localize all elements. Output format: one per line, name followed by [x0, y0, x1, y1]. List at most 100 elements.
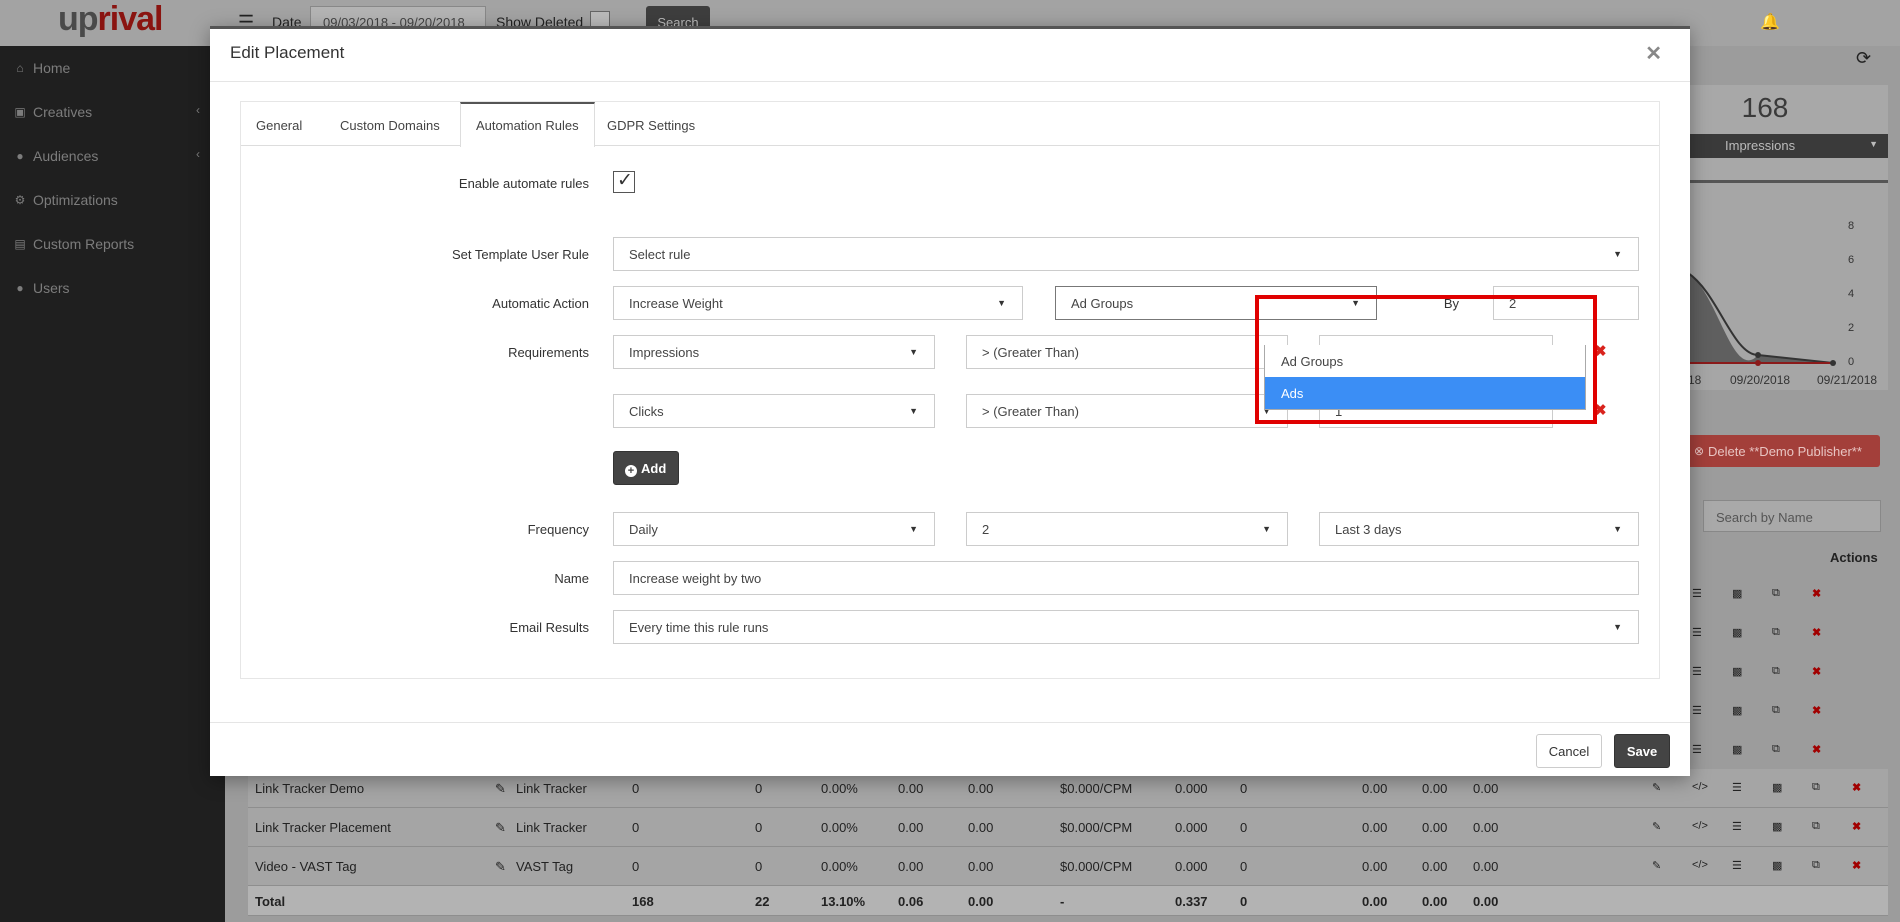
cancel-button[interactable]: Cancel	[1536, 734, 1602, 768]
copy-icon[interactable]: ⧉	[1772, 704, 1780, 717]
trend-chart-svg: 8 6 4 2 0 18 09/20/2018 09/21/2018	[1687, 220, 1877, 387]
list-icon[interactable]: ☰	[1692, 704, 1702, 717]
delete-icon[interactable]: ✖	[1812, 626, 1821, 639]
frequency-count-select[interactable]: 2 ▼	[966, 512, 1288, 546]
edit-icon[interactable]: ✎	[1652, 820, 1661, 833]
remove-requirement-icon[interactable]: ✖	[1594, 342, 1607, 360]
row-cell: 0.00	[1422, 859, 1448, 874]
bell-icon[interactable]: 🔔	[1760, 12, 1780, 32]
requirement-metric-select[interactable]: Impressions ▼	[613, 335, 935, 369]
copy-icon[interactable]: ⧉	[1812, 859, 1820, 872]
requirement-operator-select[interactable]: > (Greater Than) ▼	[966, 394, 1288, 428]
row-cell: 0	[755, 859, 763, 874]
frequency-period-select[interactable]: Daily ▼	[613, 512, 935, 546]
bar-chart-icon[interactable]: ▩	[1732, 587, 1742, 600]
bar-chart-icon[interactable]: ▩	[1732, 665, 1742, 678]
delete-icon[interactable]: ✖	[1852, 781, 1861, 794]
sidebar-item-home[interactable]: ⌂ Home	[0, 50, 225, 86]
tab-custom-domains[interactable]: Custom Domains	[325, 102, 455, 146]
code-icon[interactable]: </>	[1692, 859, 1708, 871]
sidebar-item-users[interactable]: ● Users	[0, 270, 225, 306]
edit-icon[interactable]: ✎	[1652, 859, 1661, 872]
pencil-icon[interactable]: ✎	[495, 859, 506, 875]
edit-icon[interactable]: ✎	[1652, 781, 1661, 794]
requirement-metric-select[interactable]: Clicks ▼	[613, 394, 935, 428]
delete-icon[interactable]: ✖	[1852, 859, 1861, 872]
kpi-metric-select[interactable]: Impressions ▼	[1688, 134, 1888, 158]
list-icon[interactable]: ☰	[1692, 743, 1702, 756]
enable-automate-rules-checkbox[interactable]: ✓	[613, 170, 635, 193]
trend-area	[1688, 273, 1833, 363]
delete-publisher-button[interactable]: ⊗ Delete **Demo Publisher**	[1686, 435, 1880, 467]
code-icon[interactable]: </>	[1692, 820, 1708, 832]
sidebar-item-creatives[interactable]: ▣ Creatives ‹	[0, 94, 225, 130]
row-name[interactable]: Link Tracker Demo	[255, 781, 364, 796]
dropdown-option-ad-groups[interactable]: Ad Groups	[1265, 345, 1585, 377]
bar-chart-icon[interactable]: ▩	[1772, 820, 1782, 833]
total-cell: 22	[755, 894, 770, 909]
modal-tabs: General Custom Domains Automation Rules …	[241, 102, 1659, 147]
total-cell: 0.337	[1175, 894, 1208, 909]
bar-chart-icon[interactable]: ▩	[1732, 743, 1742, 756]
delete-icon[interactable]: ✖	[1812, 743, 1821, 756]
edit-placement-modal: Edit Placement ✕ General Custom Domains …	[210, 26, 1690, 776]
delete-icon[interactable]: ✖	[1812, 587, 1821, 600]
row-name[interactable]: Video - VAST Tag	[255, 859, 357, 874]
code-icon[interactable]: </>	[1692, 781, 1708, 793]
tab-gdpr-settings[interactable]: GDPR Settings	[592, 102, 710, 146]
refresh-icon[interactable]: ⟳	[1856, 48, 1871, 69]
tab-general[interactable]: General	[241, 102, 317, 146]
by-amount-input[interactable]: 2	[1493, 286, 1639, 320]
bar-chart-icon[interactable]: ▩	[1732, 626, 1742, 639]
row-type: VAST Tag	[516, 859, 574, 874]
copy-icon[interactable]: ⧉	[1772, 743, 1780, 756]
close-icon[interactable]: ✕	[1645, 41, 1662, 66]
chevron-left-icon: ‹	[196, 147, 200, 161]
row-cell: 0	[632, 781, 640, 796]
action-target-dropdown-list: Ad Groups Ads	[1264, 345, 1586, 410]
sidebar-item-custom-reports[interactable]: ▤ Custom Reports	[0, 226, 225, 262]
caret-down-icon: ▼	[909, 524, 918, 534]
copy-icon[interactable]: ⧉	[1772, 665, 1780, 678]
dropdown-option-ads[interactable]: Ads	[1265, 377, 1585, 409]
list-icon[interactable]: ☰	[1692, 587, 1702, 600]
sidebar-item-optimizations[interactable]: ⚙ Optimizations	[0, 182, 225, 218]
delete-icon[interactable]: ✖	[1812, 665, 1821, 678]
rule-name-input[interactable]: Increase weight by two	[613, 561, 1639, 595]
list-icon[interactable]: ☰	[1732, 781, 1742, 794]
actions-column-header: Actions	[1830, 550, 1878, 565]
copy-icon[interactable]: ⧉	[1772, 587, 1780, 600]
list-icon[interactable]: ☰	[1692, 626, 1702, 639]
plus-circle-icon: +	[625, 465, 637, 477]
pencil-icon[interactable]: ✎	[495, 820, 506, 836]
list-icon[interactable]: ☰	[1692, 665, 1702, 678]
sidebar-item-audiences[interactable]: ● Audiences ‹	[0, 138, 225, 174]
copy-icon[interactable]: ⧉	[1812, 781, 1820, 794]
save-button[interactable]: Save	[1614, 734, 1670, 768]
bar-chart-icon[interactable]: ▩	[1732, 704, 1742, 717]
frequency-window-select[interactable]: Last 3 days ▼	[1319, 512, 1639, 546]
row-name[interactable]: Link Tracker Placement	[255, 820, 391, 835]
chevron-left-icon: ‹	[196, 103, 200, 117]
pencil-icon[interactable]: ✎	[495, 781, 506, 797]
uprival-logo[interactable]: uprival	[58, 0, 163, 39]
y-tick-label: 4	[1848, 288, 1854, 300]
bar-chart-icon[interactable]: ▩	[1772, 781, 1782, 794]
list-icon[interactable]: ☰	[1732, 820, 1742, 833]
kpi-value: 168	[1741, 92, 1789, 123]
remove-requirement-icon[interactable]: ✖	[1594, 401, 1607, 419]
copy-icon[interactable]: ⧉	[1812, 820, 1820, 833]
copy-icon[interactable]: ⧉	[1772, 626, 1780, 639]
delete-icon[interactable]: ✖	[1812, 704, 1821, 717]
email-results-select[interactable]: Every time this rule runs ▼	[613, 610, 1639, 644]
bar-chart-icon[interactable]: ▩	[1772, 859, 1782, 872]
template-rule-select[interactable]: Select rule ▼	[613, 237, 1639, 271]
add-requirement-button[interactable]: + Add	[613, 451, 679, 485]
list-icon[interactable]: ☰	[1732, 859, 1742, 872]
delete-icon[interactable]: ✖	[1852, 820, 1861, 833]
automatic-action-select[interactable]: Increase Weight ▼	[613, 286, 1023, 320]
row-cell: 0.00%	[821, 859, 858, 874]
tab-automation-rules[interactable]: Automation Rules	[460, 102, 595, 147]
requirement-operator-select[interactable]: > (Greater Than) ▼	[966, 335, 1288, 369]
search-by-name-input[interactable]: Search by Name	[1703, 500, 1881, 532]
